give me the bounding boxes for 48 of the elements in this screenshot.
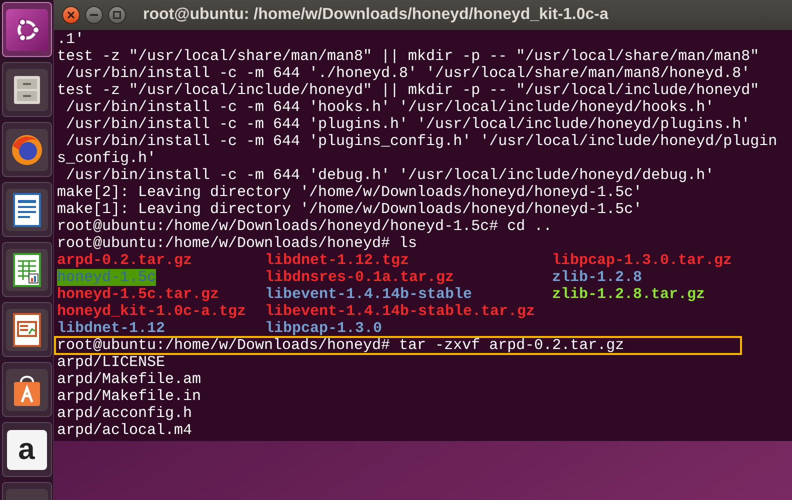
launcher-item[interactable] [2,2,52,57]
terminal-line: arpd/Makefile.in [57,388,202,405]
window-title: root@ubuntu: /home/w/Downloads/honeyd/honeyd_kit-1.0c-a [143,5,608,25]
close-button[interactable] [62,6,80,24]
terminal-line: root@ubuntu:/home/w/Downloads/honeyd# ls [57,235,418,252]
file-name: zlib-1.2.8.tar.gz [552,286,706,303]
file-name: honeyd-1.5c [57,269,156,286]
terminal-line: s_config.h' [57,150,158,167]
launcher-item[interactable] [2,182,52,237]
terminal-line: .1' [57,31,86,48]
file-name: arpd-0.2.tar.gz [57,252,192,269]
terminal-line: /usr/bin/install -c -m 644 'hooks.h' '/usr/local/include/honeyd/hooks.h' [65,99,716,116]
file-name: libpcap-1.3.0 [265,320,382,337]
terminal-line: root@ubuntu:/home/w/Downloads/honeyd/honeyd-1.5c# cd .. [57,218,554,235]
file-name: libevent-1.4.14b-stable [265,286,472,303]
terminal-line: test -z "/usr/local/include/honeyd" || mkdir -p -- "/usr/local/include/honeyd" [57,82,760,99]
terminal-line: /usr/bin/install -c -m 644 'debug.h' '/usr/local/include/honeyd/debug.h' [65,167,716,184]
launcher-item[interactable]: a [2,422,52,477]
minimize-icon [90,14,98,16]
maximize-button[interactable] [108,6,126,24]
file-name: honeyd_kit-1.0c-a.tgz [57,303,246,320]
close-icon [67,11,75,19]
launcher-item[interactable] [2,62,52,117]
file-name: libdnsres-0.1a.tar.gz [265,269,454,286]
terminal-line: arpd/acconfig.h [57,405,194,422]
launcher-item[interactable] [2,362,52,417]
file-name: libdnet-1.12.tgz [265,252,410,269]
file-name: honeyd-1.5c.tar.gz [57,286,220,303]
terminal-line: arpd/Makefile.am [57,371,202,388]
launcher-item[interactable] [2,302,52,357]
terminal-line: arpd/LICENSE [57,354,166,371]
terminal-line: make[1]: Leaving directory '/home/w/Downloads/honeyd/honeyd-1.5c' [57,201,644,218]
tile-letter: a [18,434,35,464]
terminal-line: /usr/bin/install -c -m 644 'plugins_config.h' '/usr/local/include/honeyd/plugin [65,133,778,150]
terminal-line: /usr/bin/install -c -m 644 'plugins.h' '/usr/local/include/honeyd/plugins.h' [65,116,752,133]
file-name: zlib-1.2.8 [552,269,642,286]
terminal-line: root@ubuntu:/home/w/Downloads/honeyd# tar -zxvf arpd-0.2.tar.gz [55,337,741,354]
terminal-line: test -z "/usr/local/share/man/man8" || mkdir -p -- "/usr/local/share/man/man8" [57,48,760,65]
launcher-item[interactable] [2,122,52,177]
file-name: libpcap-1.3.0.tar.gz [552,252,732,269]
launcher-item[interactable] [2,242,52,297]
minimize-button[interactable] [85,6,103,24]
maximize-icon [113,11,121,19]
terminal-line: arpd/aclocal.m4 [57,422,194,439]
file-name: libevent-1.4.14b-stable.tar.gz [265,303,536,320]
terminal-line: /usr/bin/install -c -m 644 './honeyd.8' '/usr/local/share/man/man8/honeyd.8' [65,65,752,82]
terminal-line: make[2]: Leaving directory '/home/w/Downloads/honeyd/honeyd-1.5c' [57,184,644,201]
file-name: libdnet-1.12 [57,320,166,337]
